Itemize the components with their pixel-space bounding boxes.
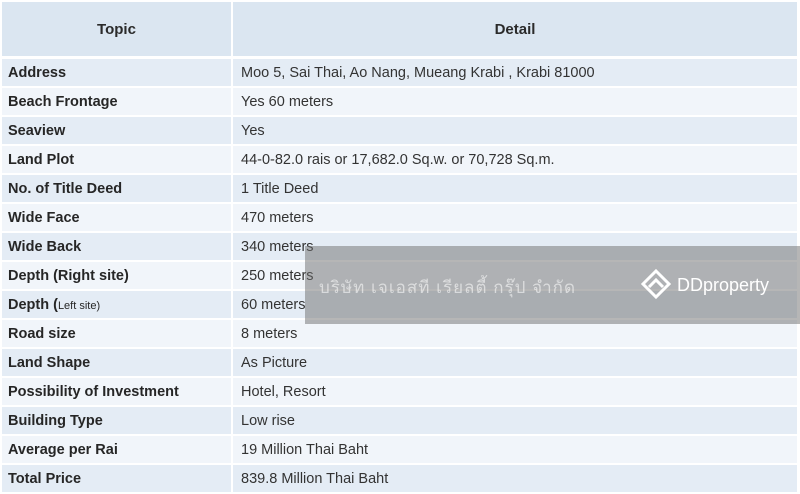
table-row: Beach Frontage Yes 60 meters xyxy=(2,87,799,117)
row-detail: Yes xyxy=(232,116,799,146)
row-detail: Hotel, Resort xyxy=(232,377,799,407)
row-topic: Average per Rai xyxy=(2,435,233,465)
watermark-brand: DDproperty xyxy=(677,274,770,295)
ddproperty-logo-icon xyxy=(640,268,672,300)
table-row: Land Plot 44-0-82.0 rais or 17,682.0 Sq.… xyxy=(2,145,799,175)
watermark-company-name: บริษัท เจเอสที เรียลตี้ กรุ๊ป จำกัด xyxy=(319,278,577,297)
row-topic: Seaview xyxy=(2,116,233,146)
ddproperty-watermark: บริษัท เจเอสที เรียลตี้ กรุ๊ป จำกัด DDpr… xyxy=(305,246,800,324)
header-detail: Detail xyxy=(232,2,799,59)
row-topic: Wide Back xyxy=(2,232,233,262)
table-row: No. of Title Deed 1 Title Deed xyxy=(2,174,799,204)
table-row: Possibility of Investment Hotel, Resort xyxy=(2,377,799,407)
row-detail: 1 Title Deed xyxy=(232,174,799,204)
row-topic: Total Price xyxy=(2,464,233,494)
watermark-logo: DDproperty xyxy=(639,268,769,302)
table-row: Seaview Yes xyxy=(2,116,799,146)
row-topic: No. of Title Deed xyxy=(2,174,233,204)
table-header-row: Topic Detail xyxy=(2,2,799,59)
row-detail: 19 Million Thai Baht xyxy=(232,435,799,465)
row-topic-part-small: Left site xyxy=(57,299,97,312)
table-row: Address Moo 5, Sai Thai, Ao Nang, Mueang… xyxy=(2,57,799,88)
row-topic: Depth (Left site) xyxy=(2,290,233,320)
row-detail: Low rise xyxy=(232,406,799,436)
row-topic-part: Depth ( xyxy=(8,296,58,313)
row-topic: Land Shape xyxy=(2,348,233,378)
row-detail: 44-0-82.0 rais or 17,682.0 Sq.w. or 70,7… xyxy=(232,145,799,175)
row-detail: 839.8 Million Thai Baht xyxy=(232,464,799,494)
row-topic: Possibility of Investment xyxy=(2,377,233,407)
row-topic: Road size xyxy=(2,319,233,349)
row-topic: Beach Frontage xyxy=(2,87,233,117)
row-topic: Building Type xyxy=(2,406,233,436)
header-topic: Topic xyxy=(2,2,233,59)
row-topic-part-small: ) xyxy=(96,299,101,312)
table-row: Land Shape As Picture xyxy=(2,348,799,378)
table-row: Wide Face 470 meters xyxy=(2,203,799,233)
row-detail: Yes 60 meters xyxy=(232,87,799,117)
row-detail: As Picture xyxy=(232,348,799,378)
table-row: Average per Rai 19 Million Thai Baht xyxy=(2,435,799,465)
row-topic: Depth (Right site) xyxy=(2,261,233,291)
table-row: Total Price 839.8 Million Thai Baht xyxy=(2,464,799,494)
row-detail: Moo 5, Sai Thai, Ao Nang, Mueang Krabi ,… xyxy=(232,57,799,88)
row-topic: Land Plot xyxy=(2,145,233,175)
row-detail: 470 meters xyxy=(232,203,799,233)
row-topic: Wide Face xyxy=(2,203,233,233)
row-topic: Address xyxy=(2,57,233,88)
table-row: Building Type Low rise xyxy=(2,406,799,436)
